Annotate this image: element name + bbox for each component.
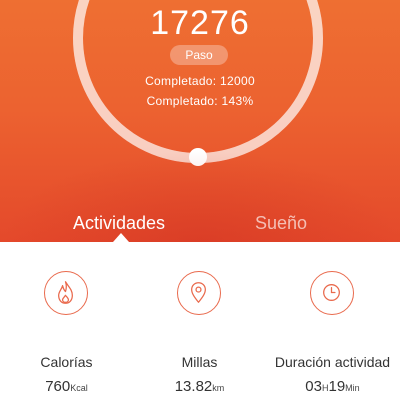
duration-minutes-unit: Min xyxy=(345,383,360,393)
flame-icon xyxy=(44,271,88,315)
calories-number: 760 xyxy=(45,378,71,395)
duration-value: 03H19Min xyxy=(266,378,399,395)
goal-percent-text: Completado: 143% xyxy=(146,94,254,108)
distance-number: 13.82 xyxy=(174,378,213,395)
calories-value: 760Kcal xyxy=(0,378,133,395)
clock-icon xyxy=(310,271,354,315)
map-pin-icon xyxy=(177,271,221,315)
steps-unit-badge: Paso xyxy=(170,45,228,65)
distance-value: 13.82km xyxy=(133,378,266,395)
tab-sleep[interactable]: Sueño xyxy=(255,213,307,234)
distance-unit: km xyxy=(212,383,225,393)
progress-ring-knob xyxy=(189,148,207,166)
duration-stat: Duración actividad 03H19Min xyxy=(266,242,399,400)
steps-count: 17276 xyxy=(150,4,250,42)
tab-activities[interactable]: Actividades xyxy=(73,213,165,234)
active-tab-indicator xyxy=(113,233,129,242)
activity-summary-header: 17276 Paso Completado: 12000 Completado:… xyxy=(0,0,400,242)
calories-unit: Kcal xyxy=(70,383,88,393)
duration-hours: 03 xyxy=(305,378,322,395)
duration-label: Duración actividad xyxy=(274,354,391,370)
calories-label: Calorías xyxy=(40,354,93,370)
duration-minutes: 19 xyxy=(328,378,346,395)
calories-stat: Calorías 760Kcal xyxy=(0,242,133,400)
distance-label: Millas xyxy=(181,354,218,370)
goal-completed-text: Completado: 12000 xyxy=(145,74,255,88)
distance-stat: Millas 13.82km xyxy=(133,242,266,400)
